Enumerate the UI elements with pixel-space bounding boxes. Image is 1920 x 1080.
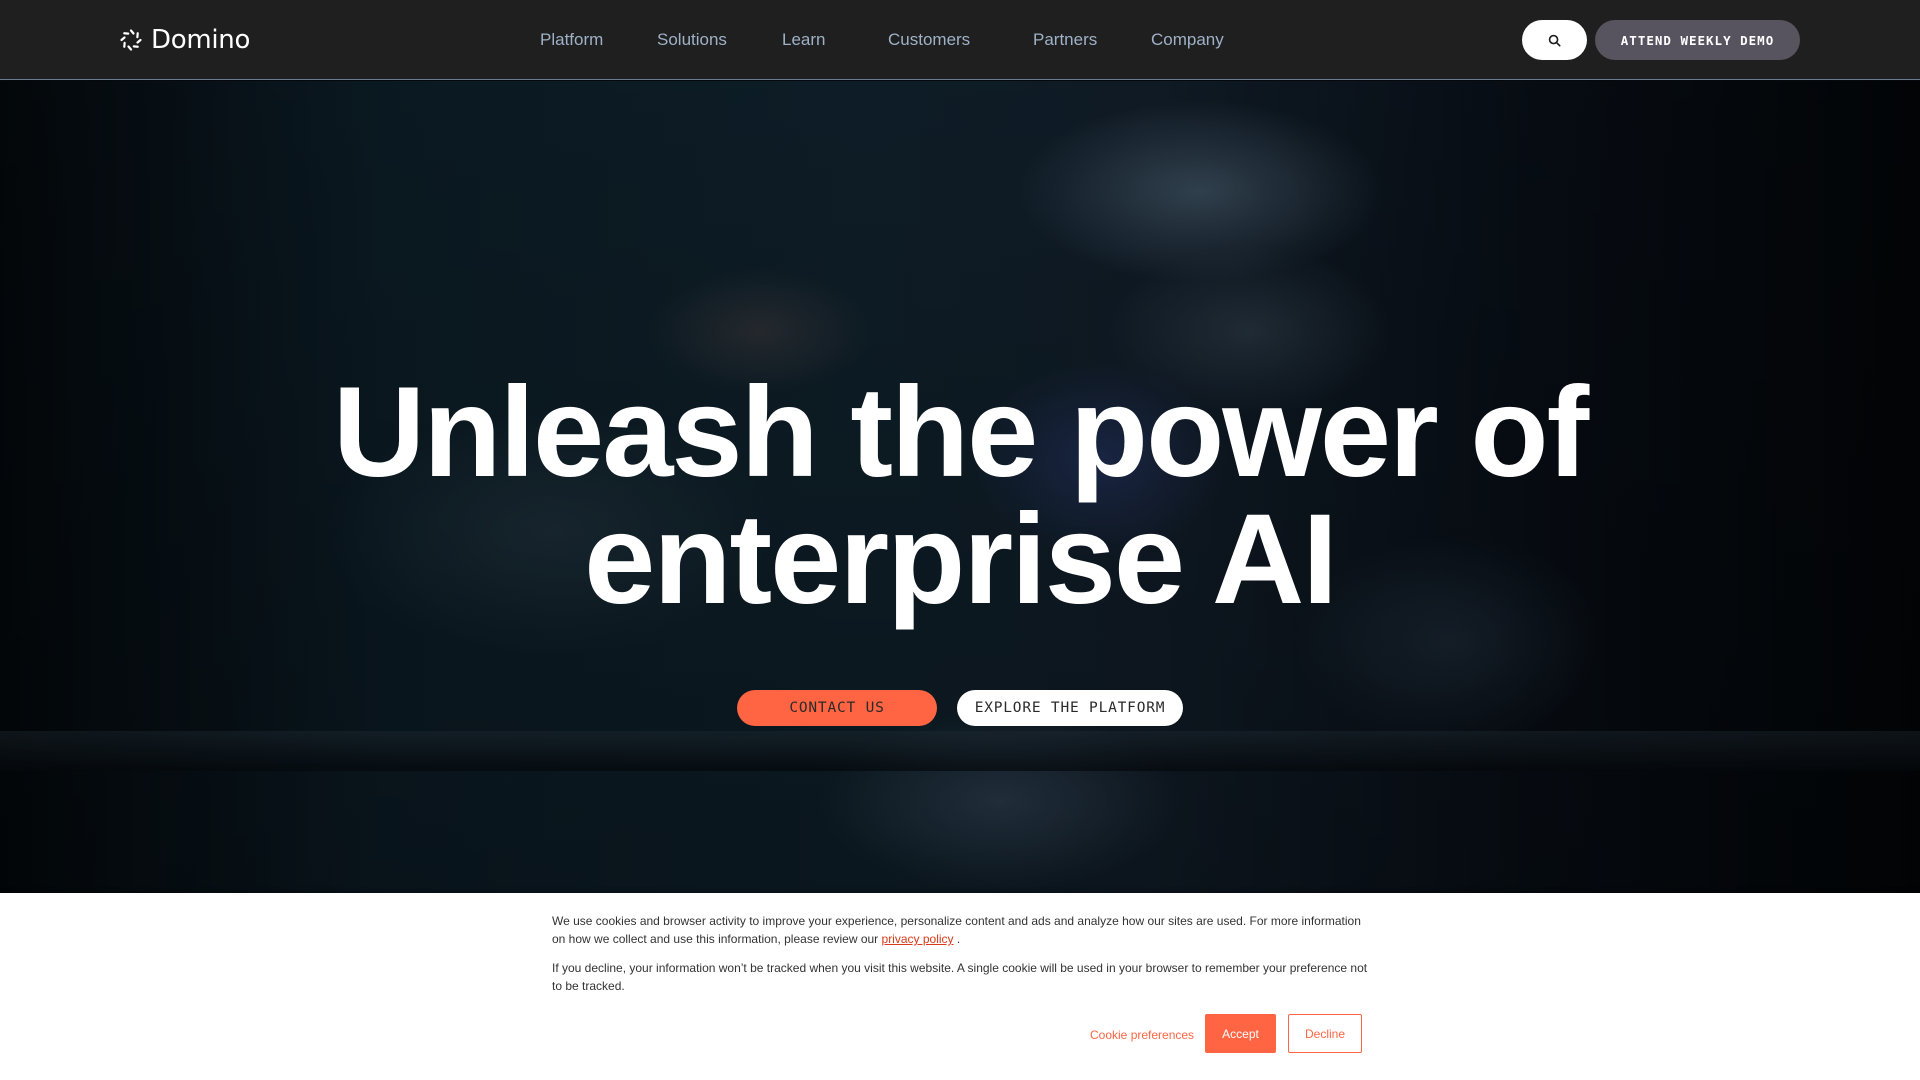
search-icon	[1548, 34, 1561, 47]
cookie-message: We use cookies and browser activity to i…	[552, 912, 1372, 995]
nav-item-company[interactable]: Company	[1151, 29, 1224, 51]
top-navigation: Domino Platform Solutions Learn Customer…	[0, 0, 1920, 80]
hero-headline-line-1: Unleash the power of	[332, 361, 1589, 504]
explore-platform-button[interactable]: EXPLORE THE PLATFORM	[957, 690, 1183, 726]
decline-cookies-button[interactable]: Decline	[1288, 1014, 1362, 1053]
nav-item-customers[interactable]: Customers	[888, 29, 970, 51]
nav-item-partners[interactable]: Partners	[1033, 29, 1097, 51]
cookie-paragraph-2: If you decline, your information won’t b…	[552, 961, 1368, 993]
nav-item-learn[interactable]: Learn	[782, 29, 825, 51]
accept-cookies-button[interactable]: Accept	[1205, 1014, 1276, 1053]
cookie-preferences-link[interactable]: Cookie preferences	[1090, 1027, 1194, 1043]
cookie-paragraph-1: We use cookies and browser activity to i…	[552, 914, 1361, 946]
attend-weekly-demo-button[interactable]: ATTEND WEEKLY DEMO	[1595, 20, 1800, 60]
privacy-policy-link[interactable]: privacy policy	[882, 932, 954, 946]
search-button[interactable]	[1522, 20, 1587, 60]
hero-headline-line-2: enterprise AI	[584, 488, 1338, 631]
contact-us-button[interactable]: CONTACT US	[737, 690, 937, 726]
nav-item-platform[interactable]: Platform	[540, 29, 603, 51]
hero-headline: Unleash the power of enterprise AI	[0, 361, 1920, 631]
nav-item-solutions[interactable]: Solutions	[657, 29, 727, 51]
cookie-consent-banner: We use cookies and browser activity to i…	[0, 893, 1920, 1080]
